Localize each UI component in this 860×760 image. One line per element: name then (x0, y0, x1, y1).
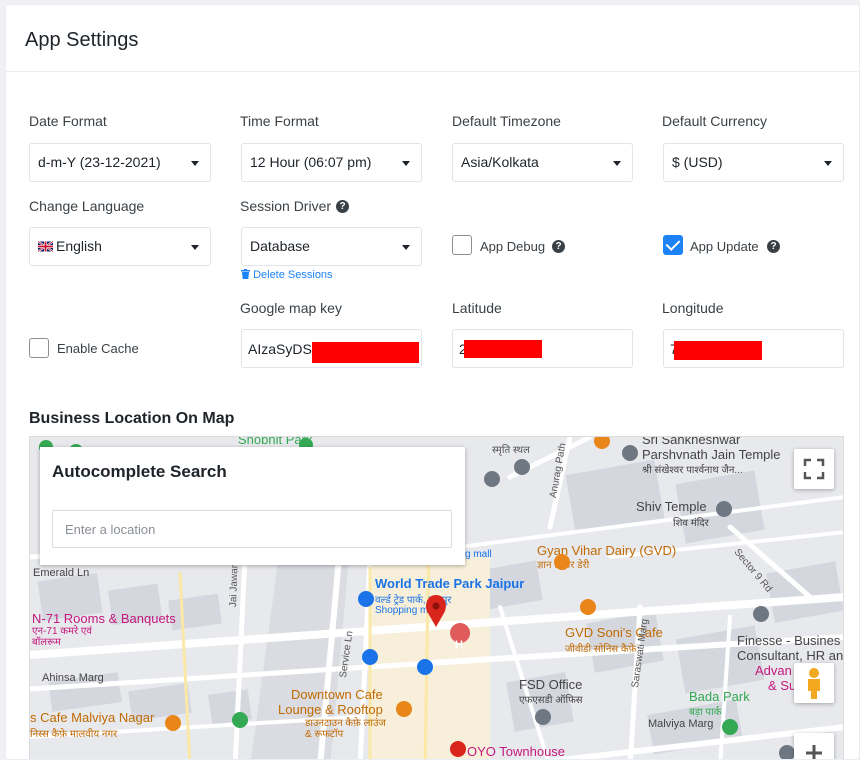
map-section-title: Business Location On Map (29, 410, 235, 427)
change-language-label: Change Language (29, 198, 145, 214)
map-label: बड़ा पार्क (689, 707, 722, 718)
map-label: Gyan Vihar Dairy (GVD) (537, 543, 677, 558)
map-label: Downtown Cafe (291, 687, 383, 702)
map-label: स्मृति स्थल (492, 445, 530, 456)
default-timezone-label: Default Timezone (452, 113, 561, 129)
map-label: Shopping mall (375, 605, 439, 616)
business-location-map[interactable]: Shobhit Park Sri Sankheshwar Parshvnath … (29, 436, 844, 759)
time-format-label: Time Format (240, 113, 319, 129)
redaction-bar (312, 342, 419, 363)
app-settings-card: App Settings Date Format d-m-Y (23-12-20… (5, 4, 860, 760)
map-label: Shiv Temple (636, 499, 707, 514)
map-label: g mall (465, 549, 492, 560)
map-label: Finesse - Busines (737, 633, 841, 648)
longitude-label: Longitude (662, 300, 724, 316)
map-label: Emerald Ln (33, 567, 90, 579)
fullscreen-icon (803, 458, 825, 480)
map-label: OYO Townhouse (467, 744, 566, 759)
zoom-in-button[interactable] (794, 733, 834, 759)
app-update-label: App Update (690, 239, 759, 254)
map-label: Bada Park (689, 689, 750, 704)
chevron-down-icon (613, 161, 621, 166)
map-label: एन-71 कमरे एवं बॉलरूम (32, 626, 92, 648)
default-timezone-select[interactable]: Asia/Kolkata (452, 143, 633, 182)
map-label: निस्स कैफ़े मालवीय नगर (30, 729, 118, 740)
date-format-label: Date Format (29, 113, 107, 129)
date-format-select[interactable]: d-m-Y (23-12-2021) (29, 143, 211, 182)
fullscreen-button[interactable] (794, 449, 834, 489)
map-label: FSD Office (519, 677, 583, 692)
session-driver-value: Database (250, 238, 310, 254)
autocomplete-title: Autocomplete Search (52, 462, 227, 481)
app-debug-label: App Debug (480, 239, 546, 254)
map-label: एफएसडी ऑफिस (519, 695, 583, 706)
chevron-down-icon (191, 161, 199, 166)
page-title: App Settings (25, 29, 139, 51)
plus-icon (806, 745, 822, 759)
card-header: App Settings (6, 5, 859, 72)
map-label: श्री संखेश्वर पार्श्वनाथ जैन... (642, 465, 743, 476)
help-icon[interactable]: ? (767, 240, 780, 253)
map-label: Consultant, HR an (737, 648, 844, 663)
trash-icon (241, 269, 250, 279)
app-debug-checkbox[interactable] (452, 235, 472, 255)
latitude-label: Latitude (452, 300, 502, 316)
default-currency-label: Default Currency (662, 113, 768, 129)
map-label: N-71 Rooms & Banquets (32, 611, 176, 626)
map-label: डाउनटाउन कैफ़े लाउंज & रूफटॉप (305, 718, 386, 740)
uk-flag-icon (37, 240, 54, 253)
session-driver-label: Session Driver (240, 198, 332, 214)
enable-cache-label: Enable Cache (57, 341, 139, 356)
pegman-icon (808, 668, 820, 699)
google-map-key-value: AIzaSyDS (248, 341, 312, 357)
delete-sessions-label: Delete Sessions (253, 269, 333, 281)
map-label: वर्ल्ड ट्रेड पार्क, जयपुर (375, 595, 452, 606)
app-update-checkbox[interactable] (663, 235, 683, 255)
chevron-down-icon (191, 245, 199, 250)
default-timezone-value: Asia/Kolkata (461, 154, 539, 170)
default-currency-value: $ (USD) (672, 154, 723, 170)
help-icon[interactable]: ? (336, 200, 349, 213)
redaction-bar (674, 341, 762, 360)
map-label: & Su (768, 678, 797, 693)
map-label: Ahinsa Marg (42, 672, 104, 684)
default-currency-select[interactable]: $ (USD) (663, 143, 844, 182)
redaction-bar (464, 340, 542, 358)
change-language-select[interactable]: English (29, 227, 211, 266)
enable-cache-checkbox[interactable] (29, 338, 49, 358)
street-view-button[interactable] (794, 663, 834, 703)
chevron-down-icon (824, 161, 832, 166)
google-map-key-label: Google map key (240, 300, 342, 316)
map-label: Lounge & Rooftop (278, 702, 383, 717)
chevron-down-icon (402, 161, 410, 166)
map-label: शिव मंदिर (673, 518, 709, 529)
time-format-select[interactable]: 12 Hour (06:07 pm) (241, 143, 422, 182)
map-label: World Trade Park Jaipur (375, 576, 525, 591)
delete-sessions-link[interactable]: Delete Sessions (241, 269, 333, 281)
map-label: Advan (755, 663, 792, 678)
time-format-value: 12 Hour (06:07 pm) (250, 154, 372, 170)
location-search-input[interactable] (52, 510, 452, 548)
map-label: Malviya Marg (648, 718, 714, 730)
chevron-down-icon (402, 245, 410, 250)
map-label: Shobhit Park (238, 436, 313, 447)
map-label: Parshvnath Jain Temple (642, 447, 781, 462)
date-format-value: d-m-Y (23-12-2021) (38, 154, 161, 170)
session-driver-select[interactable]: Database (241, 227, 422, 266)
change-language-value: English (56, 238, 102, 254)
map-label: s Cafe Malviya Nagar (30, 710, 155, 725)
help-icon[interactable]: ? (552, 240, 565, 253)
map-label: जीवीडी सोनिस कैफ़े (565, 644, 637, 655)
map-label: Sri Sankheshwar (642, 436, 741, 447)
autocomplete-panel: Autocomplete Search (40, 447, 465, 565)
map-label: ज्ञान विहार डेरी (537, 560, 590, 571)
